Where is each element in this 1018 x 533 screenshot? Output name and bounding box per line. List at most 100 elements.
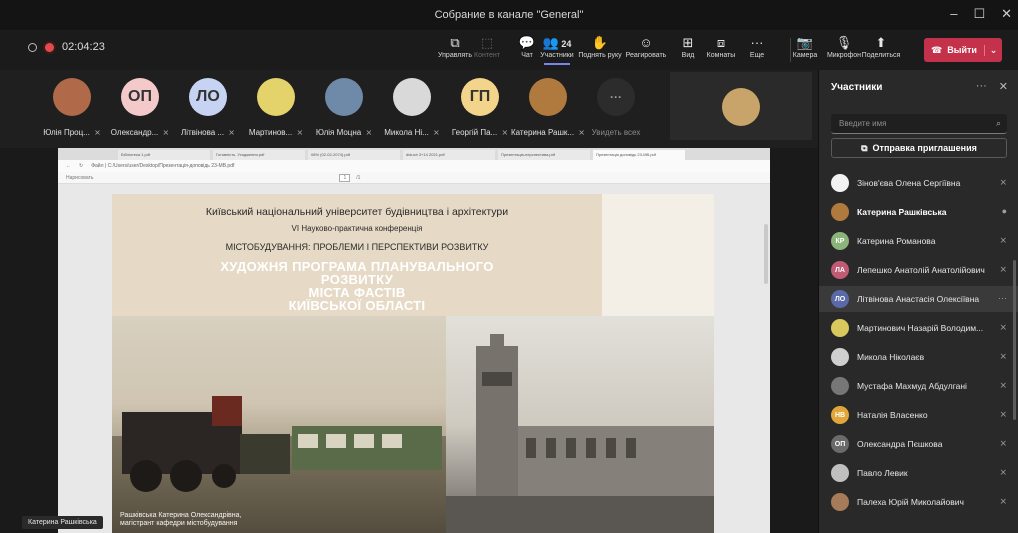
avatar [831, 377, 849, 395]
toolbar-icon: ··· [750, 35, 764, 50]
participant-row[interactable]: Микола Ніколаєв ⨯ [819, 344, 1018, 370]
minimize-icon[interactable]: – [950, 6, 957, 22]
invite-label: Отправка приглашения [872, 143, 977, 153]
slide-conference-title: МІСТОБУДУВАННЯ: ПРОБЛЕМИ І ПЕРСПЕКТИВИ Р… [225, 242, 489, 252]
mic-on-icon: ● [1001, 206, 1007, 216]
browser-tab: 08% (02-02-2074).pdf [308, 150, 400, 160]
slide-university: Київський національний університет будів… [205, 206, 509, 218]
toolbar-button-label: Поднять руку [578, 52, 622, 59]
participant-row-name: Мустафа Махмуд Абдулгані [857, 381, 967, 391]
participant-row[interactable]: ЛА Лепешко Анатолій Анатолійович ⨯ [819, 257, 1018, 283]
participant-row-name: Олександра Пєшкова [857, 439, 943, 449]
participant-row[interactable]: Катерина Рашківська ● [819, 199, 1018, 225]
leave-button[interactable]: ☎ Выйти ⌄ [924, 38, 1002, 62]
avatar [529, 78, 567, 116]
panel-scrollbar[interactable] [1013, 260, 1016, 420]
participants-panel: Участники ··· ✕ Введите имя ⌕ ⧉ Отправка… [818, 70, 1018, 533]
mic-off-icon: ⨯ [999, 496, 1007, 506]
toolbar-button[interactable]: ✋ Поднять руку [575, 34, 625, 59]
leave-dropdown-chevron-icon[interactable]: ⌄ [984, 44, 1002, 56]
self-avatar [722, 88, 760, 126]
participant-row[interactable]: Мустафа Махмуд Абдулгані ⨯ [819, 373, 1018, 399]
mic-off-icon: ⨯ [999, 467, 1007, 477]
avatar [831, 348, 849, 366]
avatar [831, 319, 849, 337]
avatar [831, 174, 849, 192]
mic-off-icon: ⨯ [999, 438, 1007, 448]
participant-count: 24 [558, 39, 572, 49]
more-icon: ··· [597, 78, 635, 116]
avatar: ОП [831, 435, 849, 453]
avatar [257, 78, 295, 116]
meeting-toolbar: 02:04:23 ⧉ Управлять ⬚ Контент 💬 Чат 👥 24 Участ… [0, 30, 1018, 70]
participant-row-name: Палеха Юрій Миколайович [857, 497, 964, 507]
participant-row-name: Катерина Романова [857, 236, 936, 246]
mic-off-icon: ⨯ [999, 264, 1007, 274]
participant-row[interactable]: ЛО Літвінова Анастасія Олексіївна ··· [819, 286, 1018, 312]
slide-header: Київський національний університет будів… [112, 194, 602, 316]
avatar: ЛО [831, 290, 849, 308]
panel-title: Участники [831, 82, 883, 93]
toolbar-button-label: Участники [540, 52, 574, 59]
participant-row-name: Павло Левик [857, 468, 908, 478]
slide-headline-line: КИЇВСЬКОЇ ОБЛАСТІ [288, 298, 426, 313]
toolbar-button[interactable]: ··· Еще [732, 34, 782, 59]
participant-row-name: Мартинович Назарій Володим... [857, 323, 984, 333]
browser-tab: Презентація доповідь 23-MB.pdf [593, 150, 685, 160]
slide-conference: VI Науково-практична конференція [291, 224, 423, 233]
search-icon: ⌕ [995, 118, 1001, 128]
toolbar-button-label: Еще [749, 52, 765, 59]
participant-row[interactable]: ОП Олександра Пєшкова ⨯ [819, 431, 1018, 457]
more-options-icon[interactable]: ··· [976, 80, 987, 93]
pdf-scrollbar[interactable] [764, 224, 768, 284]
toolbar-button[interactable]: ⬆ Поделиться [856, 34, 906, 59]
send-invite-button[interactable]: ⧉ Отправка приглашения [831, 138, 1007, 158]
participant-search-input[interactable]: Введите имя ⌕ [831, 114, 1007, 134]
toolbar-divider [790, 38, 791, 62]
slide-headline: ХУДОЖНЯ ПРОГРАМА ПЛАНУВАЛЬНОГО РОЗВИТКУ … [112, 260, 602, 312]
pdf-page-input: 1 [339, 173, 351, 182]
toolbar-button-label: Вид [681, 52, 695, 59]
address-text: Файл | C:/Users/user/Desktop/Презентація… [91, 163, 235, 169]
shield-icon [28, 42, 37, 52]
share-link-icon: ⧉ [861, 142, 868, 153]
avatar: ОП [121, 78, 159, 116]
avatar [53, 78, 91, 116]
toolbar-button-label: Контент [474, 52, 500, 59]
see-all-label: Увидеть всех [591, 128, 641, 137]
mic-off-icon: ⨯ [999, 235, 1007, 245]
address-bar: ← ↻ Файл | C:/Users/user/Desktop/Презент… [58, 160, 770, 172]
participant-row[interactable]: Зінов'єва Олена Сергіївна ⨯ [819, 170, 1018, 196]
participant-row[interactable]: Мартинович Назарій Володим... ⨯ [819, 315, 1018, 341]
search-placeholder: Введите имя [839, 119, 887, 128]
see-all-button[interactable]: ··· Увидеть всех [573, 70, 659, 146]
locomotive-photo [112, 316, 446, 533]
mic-off-icon: ⨯ [999, 409, 1007, 419]
slide-caption-line: Рашківська Катерина Олександрівна, [120, 512, 242, 519]
avatar: КР [831, 232, 849, 250]
browser-tab: diduch 3+14 2021.pdf [403, 150, 495, 160]
close-icon[interactable]: ✕ [1001, 6, 1012, 22]
toolbar-icon: ⬆ [875, 35, 887, 50]
participant-row[interactable]: Павло Левик ⨯ [819, 460, 1018, 486]
participant-row[interactable]: КР Катерина Романова ⨯ [819, 228, 1018, 254]
participant-row-name: Лепешко Анатолій Анатолійович [857, 265, 985, 275]
avatar: ЛА [831, 261, 849, 279]
participant-row[interactable]: НВ Наталія Власенко ⨯ [819, 402, 1018, 428]
avatar: ГП [461, 78, 499, 116]
station-photo [446, 316, 714, 533]
window-title: Собрание в канале "General" [434, 9, 584, 21]
close-icon[interactable]: ✕ [999, 80, 1008, 93]
pdf-page-total: /1 [356, 174, 361, 181]
browser-tab: Презентація-перспектива.pdf [498, 150, 590, 160]
phone-icon: ☎ [931, 44, 943, 55]
participant-row-name: Зінов'єва Олена Сергіївна [857, 178, 961, 188]
participant-row-name: Катерина Рашківська [857, 207, 947, 217]
window-controls: – ☐ ✕ [950, 6, 1012, 22]
participant-row-name: Микола Ніколаєв [857, 352, 925, 362]
slide-header-panel [602, 194, 714, 316]
maximize-icon[interactable]: ☐ [973, 6, 985, 22]
participant-row[interactable]: Палеха Юрій Миколайович ⨯ [819, 489, 1018, 515]
participant-row-name: Наталія Власенко [857, 410, 928, 420]
more-icon[interactable]: ··· [998, 293, 1007, 303]
